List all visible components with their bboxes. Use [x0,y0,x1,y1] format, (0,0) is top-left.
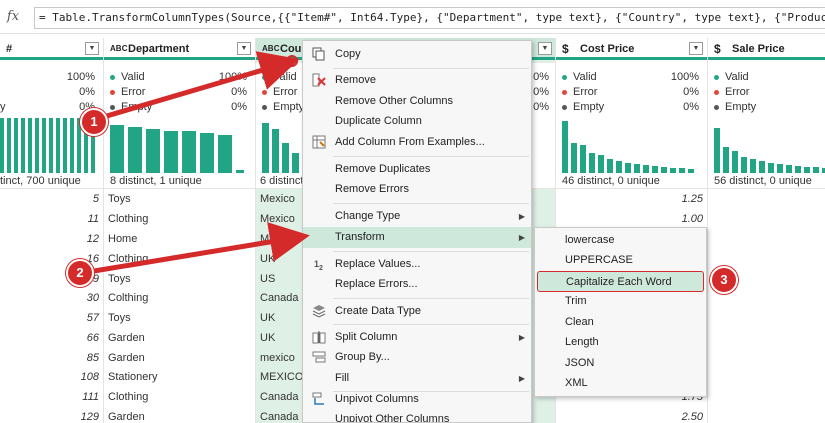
callout-badge-2: 2 [66,259,94,287]
annotation-arrows [87,51,310,275]
arrow-2 [87,222,310,275]
callout-badge-1: 1 [80,108,108,136]
callout-badge-3: 3 [710,266,738,294]
arrow-1 [99,51,300,121]
